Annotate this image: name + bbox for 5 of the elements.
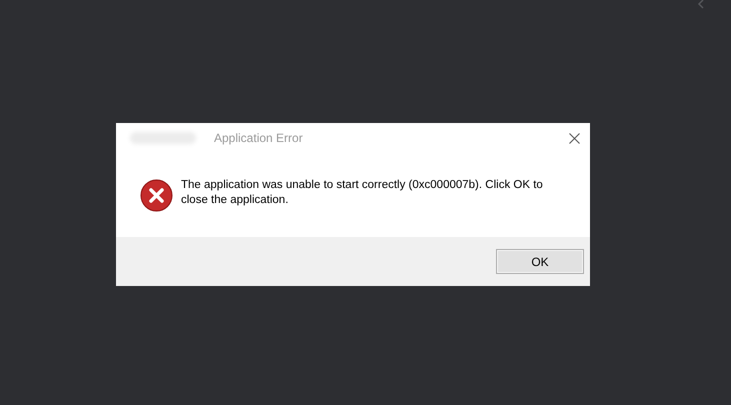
ok-button[interactable]: OK	[496, 249, 584, 274]
close-icon[interactable]	[569, 132, 580, 144]
error-message: The application was unable to start correctly (0xc000007b). Click OK to close the application.	[181, 178, 544, 208]
error-icon	[140, 179, 173, 212]
dialog-title: Application Error	[214, 130, 303, 147]
